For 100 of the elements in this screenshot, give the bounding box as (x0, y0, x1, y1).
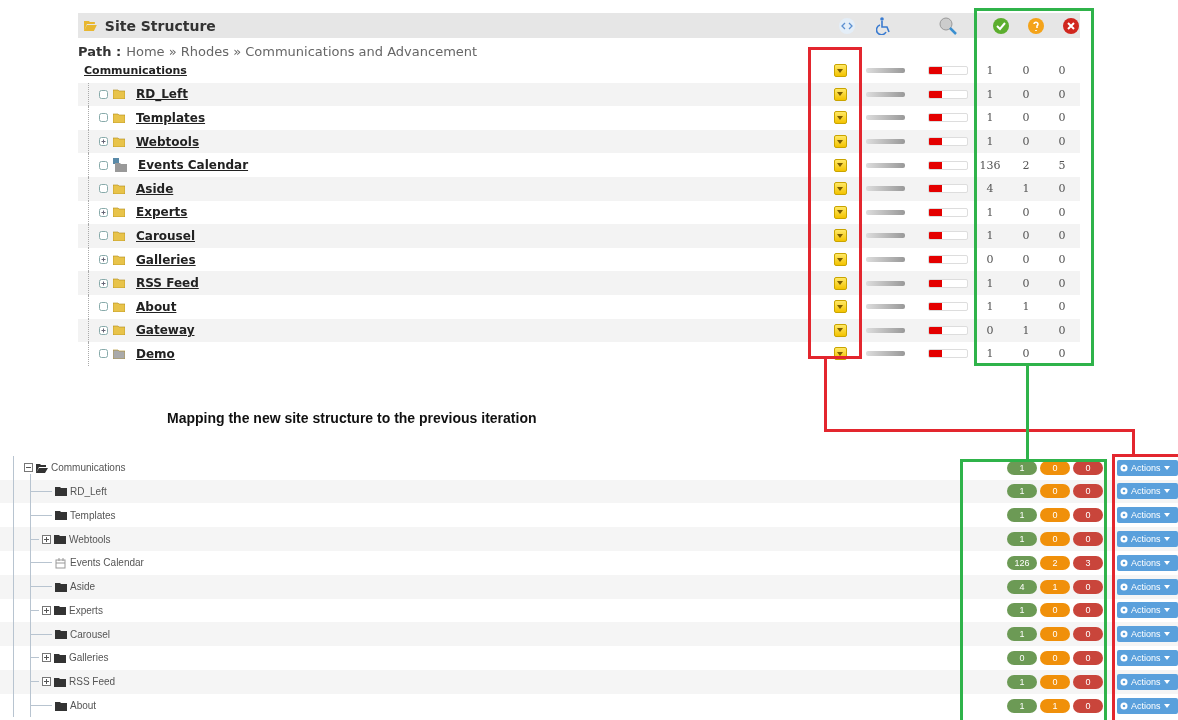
count-text: 0 (1057, 64, 1067, 78)
count-text: 0 (985, 253, 995, 267)
dropdown-button[interactable] (833, 135, 847, 149)
count-text: 5 (1057, 158, 1067, 172)
expand-icon[interactable] (99, 278, 108, 288)
page-link[interactable]: Gateway (136, 323, 195, 338)
count-text: 1 (985, 205, 995, 219)
page-link[interactable]: Carousel (136, 228, 195, 243)
dropdown-button[interactable] (833, 276, 847, 290)
folder-icon (113, 136, 125, 147)
caret-icon (837, 351, 843, 356)
page-link[interactable]: Experts (136, 205, 188, 220)
panel-title: Site Structure (104, 17, 217, 34)
folder-icon (113, 89, 125, 100)
caret-icon (1163, 537, 1170, 541)
page-link[interactable]: Demo (136, 346, 175, 361)
dropdown-button[interactable] (833, 323, 847, 337)
expand-icon[interactable] (99, 207, 108, 217)
count-badge: 1 (1040, 698, 1070, 713)
gradient-bar (866, 351, 905, 357)
page-link[interactable]: Webtools (136, 134, 200, 149)
dropdown-button[interactable] (833, 87, 847, 101)
count-badge: 1 (1007, 674, 1037, 689)
error-icon (1062, 16, 1080, 35)
count-text: 0 (1057, 135, 1067, 149)
dropdown-button[interactable] (833, 300, 847, 314)
count-badge: 0 (1073, 532, 1103, 546)
count-badge: 0 (1073, 651, 1103, 665)
page-link[interactable]: About (136, 299, 177, 314)
tree-item[interactable]: Webtools (69, 533, 111, 545)
folder-icon (54, 605, 66, 616)
count-badge: 1 (1007, 627, 1037, 642)
tree-item[interactable]: Templates (70, 509, 116, 521)
count-badge: 4 (1007, 579, 1037, 594)
count-text: 0 (1021, 64, 1031, 78)
folder-icon (113, 113, 125, 123)
folder-icon (113, 301, 125, 312)
caret-icon (837, 163, 843, 168)
caret-icon (837, 116, 843, 120)
tree-item[interactable]: Galleries (69, 652, 109, 664)
expand-icon[interactable] (42, 534, 51, 544)
page-link[interactable]: Communications (84, 64, 187, 78)
tree-item[interactable]: Aside (70, 581, 95, 593)
page-link[interactable]: Galleries (136, 252, 196, 267)
collapse-icon[interactable] (24, 463, 33, 473)
count-badge: 0 (1073, 579, 1103, 594)
count-text: 0 (1057, 323, 1067, 337)
caret-icon (837, 257, 843, 262)
dropdown-button[interactable] (833, 205, 847, 219)
dropdown-button[interactable] (833, 158, 847, 172)
gear-icon (1120, 701, 1128, 710)
page-link[interactable]: RSS Feed (136, 276, 199, 291)
folder-icon (113, 278, 125, 289)
gear-icon (1120, 654, 1128, 662)
caret-icon (837, 68, 843, 73)
gradient-bar (866, 91, 905, 97)
tree-item[interactable]: Experts (69, 604, 103, 616)
caption: Mapping the new site structure to the previous iteration (167, 409, 537, 428)
expand-icon[interactable] (99, 325, 108, 335)
count-text: 0 (1021, 87, 1031, 101)
folder-icon (55, 581, 67, 592)
gear-icon (1120, 558, 1128, 567)
count-text: 0 (1021, 276, 1031, 290)
count-badge: 0 (1040, 674, 1070, 689)
dropdown-button[interactable] (833, 253, 847, 267)
open-folder-icon (84, 20, 97, 31)
caret-icon (1163, 656, 1170, 660)
page-link[interactable]: RD_Left (136, 87, 188, 102)
tree-item[interactable]: Events Calendar (70, 557, 144, 569)
page-link[interactable]: Aside (136, 181, 174, 196)
expand-icon[interactable] (99, 255, 108, 265)
tree-item[interactable]: Communications (51, 462, 126, 474)
count-text: 1 (985, 300, 995, 314)
count-text: 0 (1021, 205, 1031, 219)
tree-item[interactable]: RSS Feed (69, 676, 116, 688)
expand-icon[interactable] (42, 677, 51, 687)
gradient-bar (866, 186, 905, 192)
count-text: 1 (985, 135, 995, 149)
dropdown-button[interactable] (833, 64, 847, 78)
tree-item[interactable]: Carousel (70, 628, 111, 640)
expand-icon[interactable] (42, 653, 51, 663)
expand-icon[interactable] (42, 605, 51, 615)
page-link[interactable]: Events Calendar (138, 158, 249, 173)
count-badge: 3 (1073, 555, 1103, 570)
wheelchair-icon (876, 16, 892, 35)
tree-item[interactable]: RD_Left (70, 485, 107, 497)
dropdown-button[interactable] (833, 229, 847, 243)
count-badge: 1 (1007, 698, 1037, 713)
count-text: 1 (985, 87, 995, 101)
count-text: 0 (1057, 253, 1067, 267)
dropdown-button[interactable] (833, 111, 847, 125)
gear-icon (1120, 630, 1128, 639)
expand-icon[interactable] (99, 137, 108, 147)
tree-item[interactable]: About (70, 700, 97, 712)
page-link[interactable]: Templates (136, 111, 206, 125)
count-badge: 0 (1073, 674, 1103, 689)
dropdown-button[interactable] (833, 182, 847, 196)
count-text: 1 (985, 111, 995, 125)
check-icon (992, 16, 1010, 35)
count-text: 0 (1057, 111, 1067, 125)
